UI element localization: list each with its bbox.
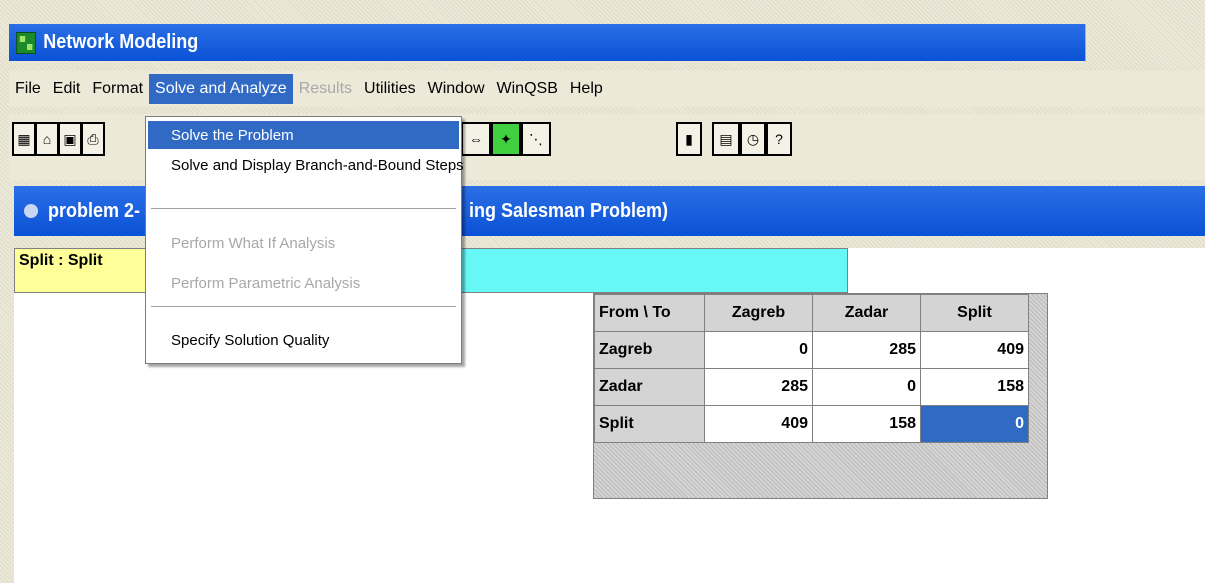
- menu-edit[interactable]: Edit: [47, 74, 87, 104]
- resize-icon[interactable]: ⇔: [461, 122, 491, 156]
- column-header[interactable]: Zagreb: [704, 294, 813, 332]
- menu-separator: [151, 208, 456, 210]
- column-header[interactable]: Split: [920, 294, 1029, 332]
- table-cell[interactable]: 285: [704, 368, 813, 406]
- save-icon[interactable]: ▣: [58, 122, 82, 156]
- menu-separator: [151, 306, 456, 308]
- table-row: Zagreb 0 285 409: [594, 331, 1029, 369]
- selected-table-cell[interactable]: 0: [920, 405, 1029, 443]
- document-title-right: ing Salesman Problem): [469, 199, 669, 222]
- table-cell[interactable]: 409: [704, 405, 813, 443]
- corner-header: From \ To: [594, 294, 705, 332]
- distance-table: From \ To Zagreb Zadar Split Zagreb 0 28…: [594, 294, 1029, 443]
- menu-utilities[interactable]: Utilities: [358, 74, 422, 104]
- run-icon[interactable]: ✦: [491, 122, 521, 156]
- row-header[interactable]: Zagreb: [594, 331, 705, 369]
- app-title: Network Modeling: [43, 31, 199, 53]
- menu-winqsb[interactable]: WinQSB: [491, 74, 564, 104]
- menu-item-what-if-analysis[interactable]: Perform What If Analysis: [148, 229, 459, 257]
- network-graph-icon[interactable]: ⋱: [521, 122, 551, 156]
- app-title-bar[interactable]: Network Modeling: [9, 24, 1086, 61]
- print-icon[interactable]: ⎙: [81, 122, 105, 156]
- column-header[interactable]: Zadar: [812, 294, 921, 332]
- menu-item-solve-the-problem[interactable]: Solve the Problem: [148, 121, 459, 149]
- table-cell[interactable]: 285: [812, 331, 921, 369]
- table-cell[interactable]: 158: [812, 405, 921, 443]
- table-row: Split 409 158 0: [594, 405, 1029, 443]
- table-header-row: From \ To Zagreb Zadar Split: [594, 294, 1029, 332]
- help-icon[interactable]: ?: [766, 122, 792, 156]
- menu-bar: File Edit Format Solve and Analyze Resul…: [9, 71, 1205, 107]
- menu-item-solve-branch-and-bound[interactable]: Solve and Display Branch-and-Bound Steps: [148, 151, 464, 179]
- clock-icon[interactable]: ◷: [740, 122, 766, 156]
- open-icon[interactable]: ⌂: [35, 122, 59, 156]
- menu-solve-and-analyze[interactable]: Solve and Analyze: [149, 74, 293, 104]
- calculator-icon[interactable]: ▤: [712, 122, 740, 156]
- cell-reference: Split : Split: [14, 248, 148, 293]
- menu-format[interactable]: Format: [86, 74, 149, 104]
- menu-item-parametric-analysis[interactable]: Perform Parametric Analysis: [148, 269, 459, 297]
- new-icon[interactable]: ▦: [12, 122, 36, 156]
- table-cell[interactable]: 158: [920, 368, 1029, 406]
- menu-window[interactable]: Window: [422, 74, 491, 104]
- network-icon: [16, 31, 36, 54]
- document-icon: [24, 204, 38, 218]
- menu-results[interactable]: Results: [293, 74, 358, 104]
- distance-matrix: From \ To Zagreb Zadar Split Zagreb 0 28…: [593, 293, 1048, 499]
- row-header[interactable]: Zadar: [594, 368, 705, 406]
- table-cell[interactable]: 409: [920, 331, 1029, 369]
- menu-file[interactable]: File: [9, 74, 47, 104]
- menu-help[interactable]: Help: [564, 74, 609, 104]
- row-header[interactable]: Split: [594, 405, 705, 443]
- document-title-left: problem 2-: [48, 199, 141, 222]
- menu-item-solution-quality[interactable]: Specify Solution Quality: [148, 326, 459, 354]
- table-row: Zadar 285 0 158: [594, 368, 1029, 406]
- table-cell[interactable]: 0: [812, 368, 921, 406]
- table-cell[interactable]: 0: [704, 331, 813, 369]
- solve-and-analyze-dropdown: Solve the Problem Solve and Display Bran…: [145, 116, 464, 364]
- chart-icon[interactable]: ▮: [676, 122, 702, 156]
